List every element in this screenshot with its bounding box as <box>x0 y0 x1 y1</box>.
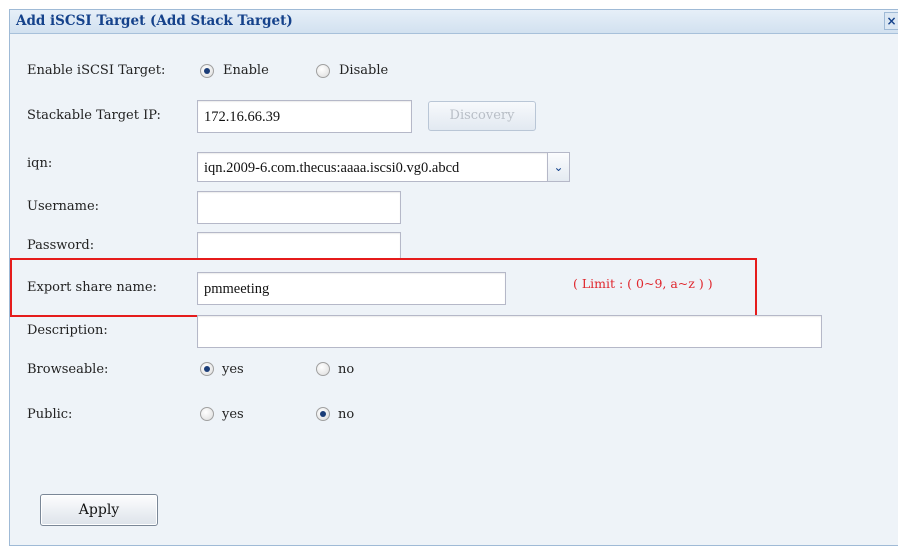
public-no-label: no <box>338 407 355 422</box>
browseable-no-label: no <box>338 362 355 377</box>
username-label: Username: <box>27 199 100 214</box>
public-no-radio[interactable] <box>316 407 330 421</box>
iqn-label: iqn: <box>27 156 53 171</box>
browseable-yes-label: yes <box>222 362 244 377</box>
browseable-yes-radio[interactable] <box>200 362 214 376</box>
disable-radio[interactable] <box>316 64 330 78</box>
discovery-button[interactable]: Discovery <box>428 101 536 131</box>
export-share-label: Export share name: <box>27 280 157 295</box>
browseable-no-radio[interactable] <box>316 362 330 376</box>
apply-button[interactable]: Apply <box>40 494 158 526</box>
password-label: Password: <box>27 238 95 253</box>
dialog-title: Add iSCSI Target (Add Stack Target) <box>16 13 293 29</box>
browseable-label: Browseable: <box>27 362 109 377</box>
enable-option-label: Enable <box>223 63 269 78</box>
chevron-down-icon[interactable]: ⌄ <box>547 152 570 182</box>
enable-radio[interactable] <box>200 64 214 78</box>
username-input[interactable] <box>197 191 401 224</box>
public-yes-label: yes <box>222 407 244 422</box>
add-iscsi-target-dialog: Add iSCSI Target (Add Stack Target) × En… <box>9 9 898 546</box>
description-input[interactable] <box>197 315 822 348</box>
public-yes-radio[interactable] <box>200 407 214 421</box>
target-ip-label: Stackable Target IP: <box>27 108 161 123</box>
disable-option-label: Disable <box>339 63 389 78</box>
description-label: Description: <box>27 323 108 338</box>
enable-target-label: Enable iSCSI Target: <box>27 63 166 78</box>
export-share-input[interactable]: pmmeeting <box>197 272 506 305</box>
dialog-titlebar: Add iSCSI Target (Add Stack Target) × <box>10 10 898 34</box>
limit-hint: ( Limit : ( 0~9, a~z ) ) <box>573 276 713 291</box>
password-input[interactable] <box>197 232 401 259</box>
public-label: Public: <box>27 407 73 422</box>
close-icon[interactable]: × <box>884 12 898 30</box>
target-ip-input[interactable]: 172.16.66.39 <box>197 100 412 133</box>
iqn-select[interactable]: iqn.2009-6.com.thecus:aaaa.iscsi0.vg0.ab… <box>197 152 548 182</box>
